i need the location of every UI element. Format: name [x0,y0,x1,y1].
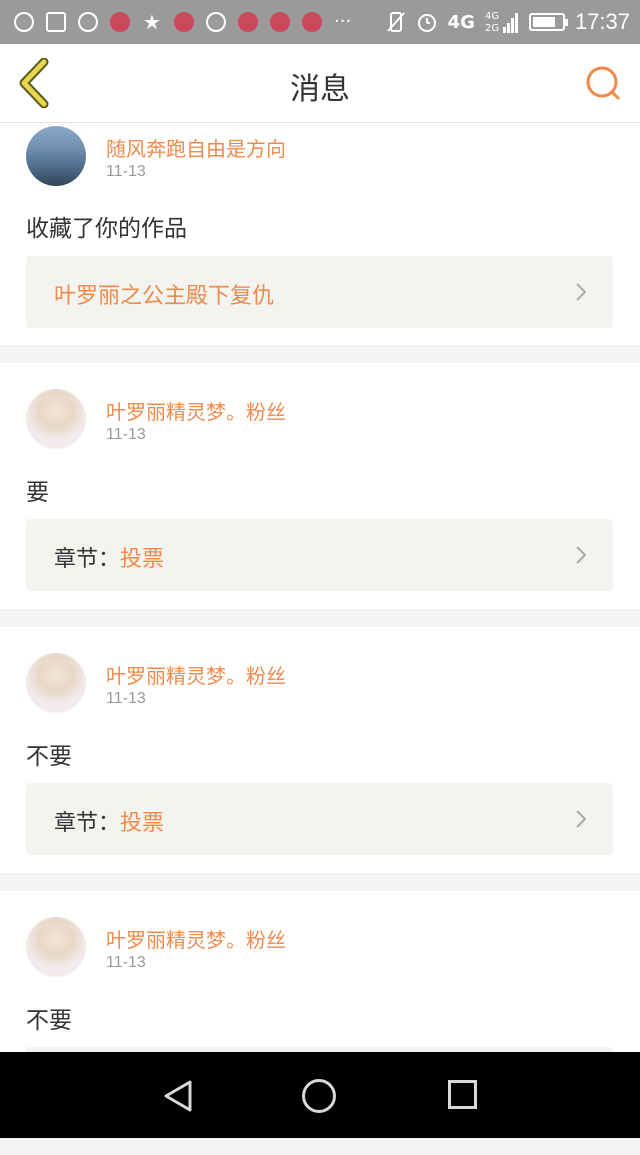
nav-back-icon[interactable] [162,1079,194,1113]
message-text: 不要 [26,1008,72,1034]
notification-icons: ★ ··· [14,10,363,34]
link-text: 章节：投票 [54,547,165,572]
message-date: 11-13 [106,954,146,971]
search-button[interactable] [584,64,624,104]
more-icon: ··· [334,11,352,32]
sender-name[interactable]: 叶罗丽精灵梦。粉丝 [106,924,286,953]
battery-icon [528,13,568,31]
message-text: 要 [26,480,49,506]
app-icon [110,12,130,32]
app-header: 消息 [0,44,640,123]
star-icon: ★ [143,10,161,34]
status-bar: ★ ··· 4G 4G 2G 17:37 [0,0,640,44]
sync-icon [206,12,226,32]
chevron-right-icon [576,283,587,301]
message-list[interactable]: 随风奔跑自由是方向 11-13 收藏了你的作品 叶罗丽之公主殿下复仇 叶罗丽精灵… [0,123,640,1155]
message-card: 叶罗丽精灵梦。粉丝 11-13 要 章节：投票 [0,363,640,609]
app-icon [174,12,194,32]
clock: 17:37 [574,9,630,34]
avatar[interactable] [26,126,86,186]
link-text: 章节：投票 [54,811,165,836]
app-icon [302,12,322,32]
search-icon [586,66,620,100]
avatar[interactable] [26,389,86,449]
message-date: 11-13 [106,163,146,180]
chapter-link[interactable]: 章节：投票 [26,783,613,855]
app-icon [238,12,258,32]
chat-bubble-icon [14,12,34,32]
svg-text:4G: 4G [485,11,499,22]
message-date: 11-13 [106,690,146,707]
sender-name[interactable]: 叶罗丽精灵梦。粉丝 [106,660,286,689]
message-text: 收藏了你的作品 [26,216,187,242]
network-type: 4G [447,11,475,33]
avatar[interactable] [26,653,86,713]
app-icon [270,12,290,32]
message-card: 叶罗丽精灵梦。粉丝 11-13 不要 章节：投票 [0,627,640,873]
sender-name[interactable]: 随风奔跑自由是方向 [106,133,286,162]
nav-recents-icon[interactable] [448,1080,477,1109]
nav-home-icon[interactable] [302,1079,336,1113]
image-icon [46,12,66,32]
chevron-right-icon [576,546,587,564]
sender-name[interactable]: 叶罗丽精灵梦。粉丝 [106,396,286,425]
block-icon [78,12,98,32]
vibrate-icon [386,12,405,32]
message-date: 11-13 [106,426,146,443]
signal-icon: 4G 2G [485,11,518,34]
link-text: 叶罗丽之公主殿下复仇 [54,284,275,309]
svg-text:2G: 2G [485,23,499,34]
avatar[interactable] [26,917,86,977]
chevron-right-icon [576,810,587,828]
page-title: 消息 [290,72,350,107]
message-text: 不要 [26,744,72,770]
work-link[interactable]: 叶罗丽之公主殿下复仇 [26,256,613,328]
message-card: 随风奔跑自由是方向 11-13 收藏了你的作品 叶罗丽之公主殿下复仇 [0,123,640,345]
chapter-link[interactable]: 章节：投票 [26,519,613,591]
alarm-icon [417,14,436,32]
status-right: 4G 4G 2G 17:37 [386,8,630,36]
system-nav-bar [0,1052,640,1138]
